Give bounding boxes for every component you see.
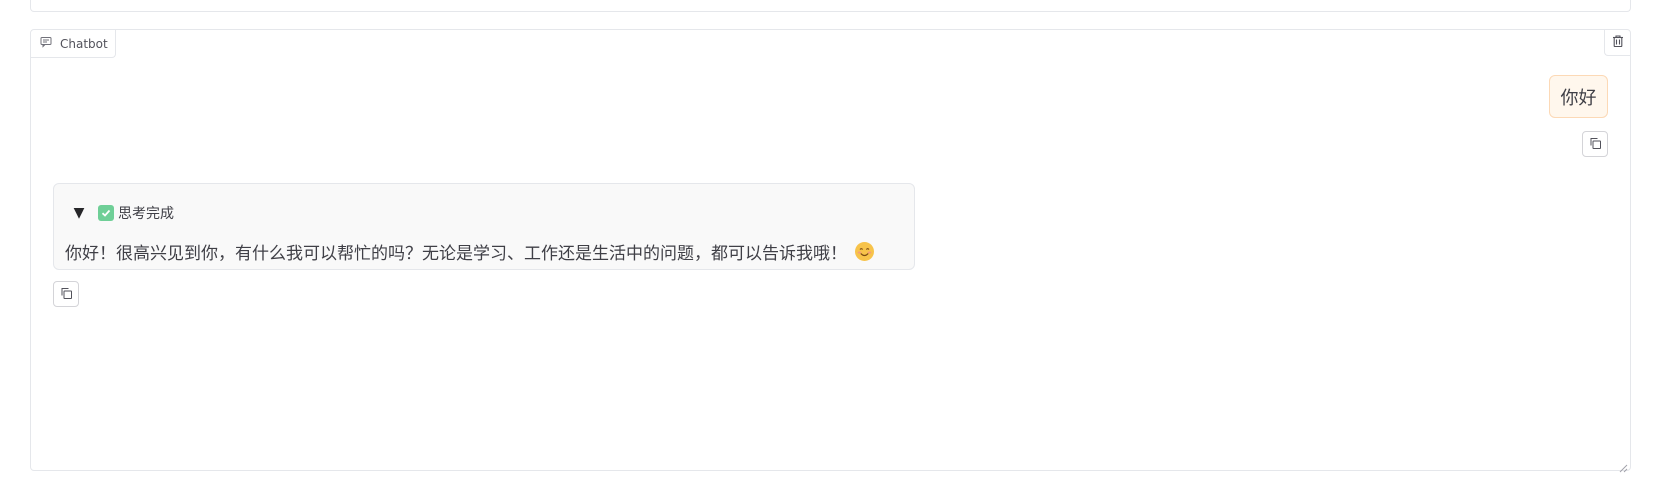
copy-icon (60, 285, 73, 304)
previous-panel (30, 0, 1631, 12)
user-message: 你好 (1549, 75, 1608, 118)
bot-message: ▼ 思考完成 你好！很高兴见到你，有什么我可以帮忙的吗？无论是学习、工作还是生活… (53, 183, 915, 270)
thinking-status: 思考完成 (118, 206, 174, 222)
smiling-face-icon (855, 242, 874, 261)
copy-icon (1589, 135, 1602, 154)
clear-chat-button[interactable] (1604, 30, 1630, 56)
chatbot-panel: Chatbot 你好 ▼ 思考完成 你好！很高兴见到你，有什么我可以帮忙的吗？无… (30, 29, 1631, 473)
triangle-down-icon: ▼ (73, 205, 85, 221)
resize-handle-icon[interactable] (1618, 458, 1628, 473)
thinking-toggle[interactable]: ▼ 思考完成 (72, 203, 174, 223)
bot-message-text: 你好！很高兴见到你，有什么我可以帮忙的吗？无论是学习、工作还是生活中的问题，都可… (65, 244, 847, 264)
trash-icon (1611, 33, 1625, 52)
checkmark-icon (98, 205, 114, 221)
chat-icon (40, 36, 52, 51)
chatbot-label-text: Chatbot (60, 36, 108, 51)
chatbot-label: Chatbot (31, 30, 116, 58)
copy-user-message-button[interactable] (1582, 131, 1608, 157)
bot-message-content: 你好！很高兴见到你，有什么我可以帮忙的吗？无论是学习、工作还是生活中的问题，都可… (65, 239, 874, 264)
copy-bot-message-button[interactable] (53, 281, 79, 307)
